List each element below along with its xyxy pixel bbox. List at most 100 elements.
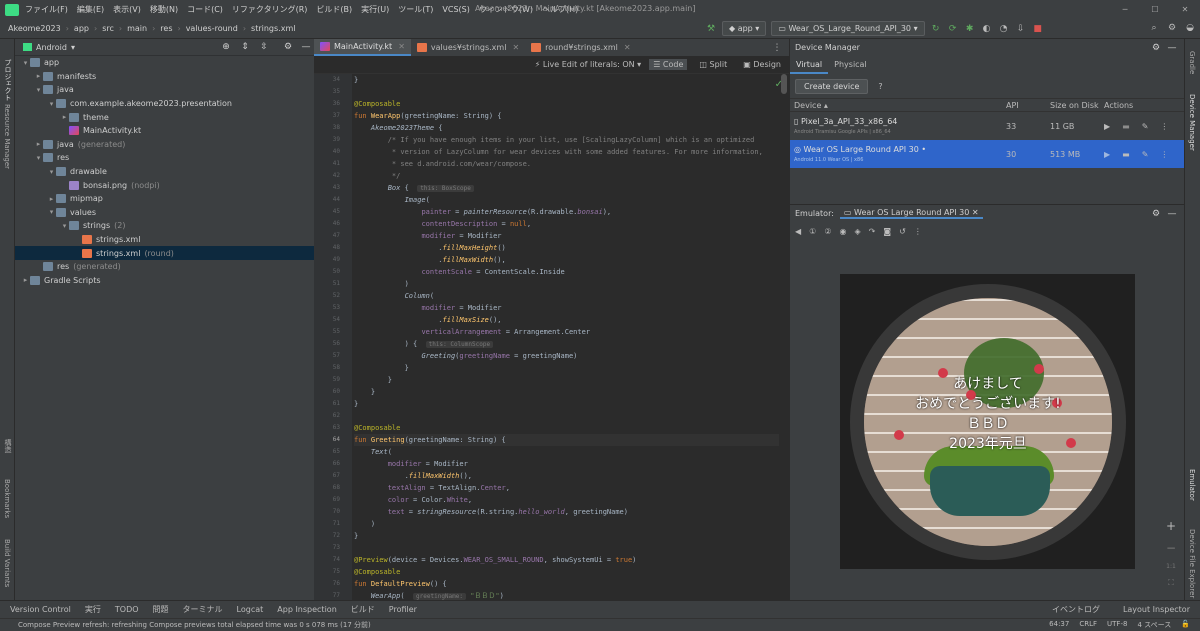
file-encoding[interactable]: UTF-8 [1107,620,1127,630]
close-icon[interactable]: ✕ [1170,0,1200,19]
tree-item[interactable]: bonsai.png (nodpi) [15,178,314,192]
breadcrumb-item[interactable]: strings.xml [251,24,295,33]
menu-item[interactable]: VCS(S) [442,5,469,14]
lock-icon[interactable]: 🔓 [1181,620,1190,630]
menu-item[interactable]: ツール(T) [398,5,433,14]
attach-icon[interactable]: ⇩ [1015,23,1027,35]
project-tool-button[interactable]: プロジェクト [3,59,13,101]
create-device-button[interactable]: Create device [795,78,869,94]
tree-item[interactable]: ▸ theme [15,110,314,124]
bottom-tool-button[interactable]: App Inspection [277,605,337,614]
chevron-right-icon[interactable]: ▸ [34,72,43,80]
more-icon[interactable]: ⋮ [914,227,922,236]
bottom-tool-button[interactable]: Layout Inspector [1123,605,1190,614]
rerun-icon[interactable]: ↻ [930,23,942,35]
breadcrumb-item[interactable]: res [160,24,172,33]
device-file-explorer-tool-button[interactable]: Device File Explorer [1188,529,1196,598]
apply-changes-icon[interactable]: ⟳ [947,23,959,35]
bottom-tool-button[interactable]: Profiler [389,605,417,614]
device-row[interactable]: ◎ Wear OS Large Round API 30 • Android 11… [790,140,1184,168]
line-separator[interactable]: CRLF [1079,620,1097,630]
chevron-right-icon[interactable]: ▸ [21,276,30,284]
launch-icon[interactable]: ▶ [1104,122,1110,131]
split-view-toggle[interactable]: ◫ Split [695,59,731,70]
zoom-fit-icon[interactable]: ⛶ [1168,578,1174,588]
caret-position[interactable]: 64:37 [1049,620,1069,630]
gear-icon[interactable]: ⚙ [282,41,294,53]
tree-item[interactable]: ▾ java [15,83,314,97]
device-manager-tool-button[interactable]: Device Manager [1188,94,1196,151]
chevron-down-icon[interactable]: ▾ [21,59,30,67]
zoom-in-icon[interactable]: + [1166,519,1176,533]
project-view-select[interactable]: Android [36,43,67,52]
camera-icon[interactable]: ◙ [883,227,891,236]
settings-icon[interactable]: ⚙ [1166,22,1178,34]
menu-item[interactable]: 実行(U) [361,5,389,14]
device-row[interactable]: ▯ Pixel_3a_API_33_x86_64 Android Tiramisu… [790,112,1184,140]
bottom-tool-button[interactable]: Logcat [237,605,264,614]
code-view-toggle[interactable]: ☰ Code [649,59,688,70]
resource-manager-tool-button[interactable]: Resource Manager [3,104,11,169]
breadcrumb-item[interactable]: app [74,24,89,33]
hide-icon[interactable]: — [1166,208,1178,220]
launch-icon[interactable]: ▶ [1104,150,1110,159]
chevron-right-icon[interactable]: ▸ [34,140,43,148]
zoom-actual-icon[interactable]: 1:1 [1166,563,1176,570]
maximize-icon[interactable]: ☐ [1140,0,1170,19]
snapshot-icon[interactable]: ↺ [899,227,906,236]
editor-tab[interactable]: MainActivity.kt ✕ [314,39,411,56]
tree-item[interactable]: ▸ Gradle Scripts [15,274,314,288]
search-icon[interactable]: ⌕ [1148,22,1160,34]
menu-item[interactable]: コード(C) [187,5,223,14]
breadcrumb-item[interactable]: values-round [186,24,238,33]
tree-item[interactable]: ▾ values [15,206,314,220]
col-api[interactable]: API [1006,101,1050,110]
button-1-icon[interactable]: ① [809,227,816,236]
tree-item[interactable]: ▸ mipmap [15,192,314,206]
expand-all-icon[interactable]: ⇕ [239,41,251,53]
tab-physical[interactable]: Physical [828,56,873,74]
palm-icon[interactable]: ◉ [840,227,847,236]
tree-item[interactable]: strings.xml (round) [15,246,314,260]
stop-icon[interactable]: ■ [1032,23,1044,35]
build-variants-tool-button[interactable]: Build Variants [3,539,11,587]
editor-scrollbar[interactable] [781,74,787,94]
locate-icon[interactable]: ⊕ [220,41,232,53]
more-icon[interactable]: ⋮ [1160,122,1168,131]
more-icon[interactable]: ⋮ [1160,150,1168,159]
col-size[interactable]: Size on Disk [1050,101,1100,110]
help-icon[interactable]: ? [878,82,882,91]
bottom-tool-button[interactable]: TODO [115,605,139,614]
chevron-down-icon[interactable]: ▾ [47,100,56,108]
emulator-tab[interactable]: ▭ Wear OS Large Round API 30 ✕ [839,208,983,219]
breadcrumb-item[interactable]: src [102,24,114,33]
hammer-icon[interactable]: ⚒ [705,23,717,35]
tilt-icon[interactable]: ◈ [854,227,860,236]
tab-virtual[interactable]: Virtual [790,56,829,74]
tree-item[interactable]: ▸ manifests [15,70,314,84]
emulator-tool-button[interactable]: Emulator [1188,469,1196,501]
menu-item[interactable]: 表示(V) [113,5,141,14]
chevron-right-icon[interactable]: ▸ [60,113,69,121]
bottom-tool-button[interactable]: ビルド [351,604,375,615]
coverage-icon[interactable]: ◐ [981,23,993,35]
live-edit-literals[interactable]: ⚡ Live Edit of literals: ON ▾ [535,60,642,69]
android-icon[interactable]: ◒ [1184,22,1196,34]
code-area[interactable]: } @Composable fun WearApp(greetingName: … [354,74,779,600]
hide-icon[interactable]: — [1166,42,1178,54]
structure-tool-button[interactable]: 構造 [3,439,13,453]
menu-item[interactable]: ビルド(B) [316,5,352,14]
watch-face[interactable]: あけまして おめでとうございます! ＢＢＤ 2023年元旦 [864,298,1112,546]
col-device[interactable]: Device ▴ [790,101,1006,110]
debug-icon[interactable]: ✱ [964,23,976,35]
breadcrumb-item[interactable]: main [127,24,147,33]
folder-icon[interactable]: ▬ [1122,150,1130,159]
chevron-down-icon[interactable]: ▾ [34,86,43,94]
device-select[interactable]: ▭ Wear_OS_Large_Round_API_30 ▾ [771,21,925,36]
close-icon[interactable]: ✕ [624,43,631,52]
tree-item[interactable]: ▾ app [15,56,314,70]
bottom-tool-button[interactable]: 実行 [85,604,101,615]
tree-item[interactable]: ▾ drawable [15,165,314,179]
bottom-tool-button[interactable]: 問題 [153,604,169,615]
menu-item[interactable]: リファクタリング(R) [232,5,307,14]
